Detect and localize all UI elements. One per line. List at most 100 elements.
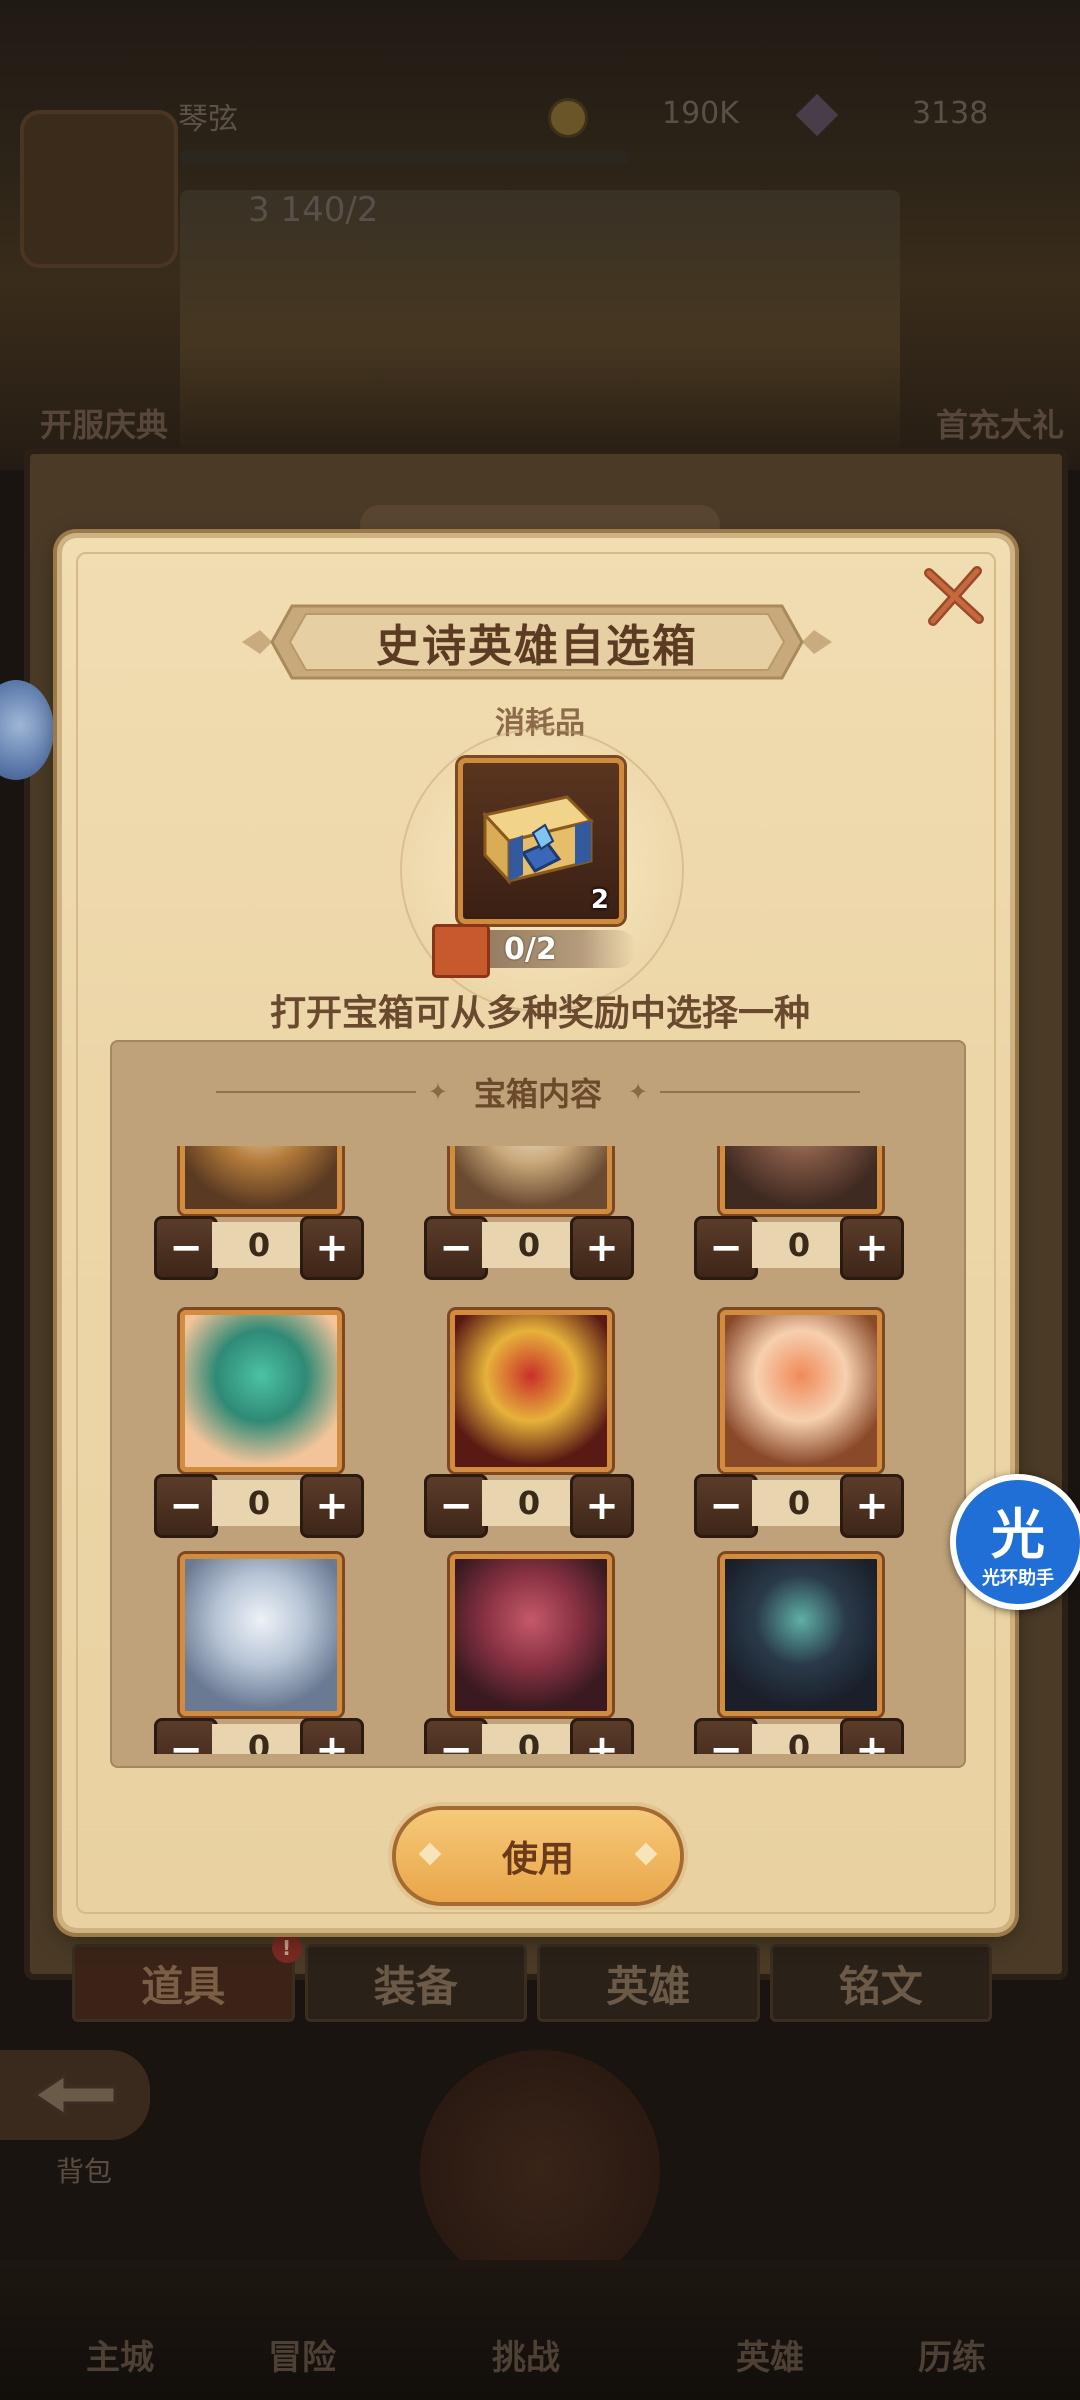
item-count: 2 xyxy=(590,885,609,915)
quantity-value: 0 xyxy=(482,1480,576,1526)
coin-icon xyxy=(548,98,588,138)
gem-value: 3138 xyxy=(912,96,989,131)
progress-text: 0/2 xyxy=(504,932,557,967)
decrement-button[interactable]: − xyxy=(154,1718,218,1754)
decrement-button[interactable]: − xyxy=(694,1474,758,1538)
assistant-floating-button[interactable]: 光 光环助手 xyxy=(950,1474,1080,1610)
hero-option-hero-paladin: −0 + xyxy=(130,1146,390,1292)
quantity-value: 0 xyxy=(482,1724,576,1754)
sparkle-icon: ✦ xyxy=(628,1078,649,1106)
back-label: 背包 xyxy=(56,2155,113,2188)
decrement-button[interactable]: − xyxy=(424,1216,488,1280)
quantity-stepper: −0 + xyxy=(424,1216,634,1280)
bag-tabs: 道具 ! 装备 英雄 铭文 xyxy=(72,1933,992,2022)
divider xyxy=(660,1091,861,1093)
assistant-label: 光环助手 xyxy=(982,1568,1054,1589)
quantity-value: 0 xyxy=(212,1724,306,1754)
increment-button[interactable]: + xyxy=(300,1718,364,1754)
hero-portrait[interactable] xyxy=(720,1554,882,1716)
use-button[interactable]: 使用 xyxy=(396,1810,680,1902)
increment-button[interactable]: + xyxy=(840,1718,904,1754)
hero-portrait[interactable] xyxy=(180,1310,342,1472)
bottom-nav: 主城 冒险 挑战 英雄 历练 xyxy=(0,2260,1080,2400)
hero-portrait[interactable] xyxy=(180,1146,342,1214)
chest-item-slot: 2 xyxy=(458,758,624,924)
increment-button[interactable]: + xyxy=(570,1718,634,1754)
hero-option-hero-warrior: −0 + xyxy=(400,1310,660,1550)
notification-badge: ! xyxy=(271,1933,302,1963)
hero-portrait[interactable] xyxy=(450,1310,612,1472)
tab-label: 道具 xyxy=(141,1961,226,2011)
hero-option-hero-demon-brute: −0 + xyxy=(400,1554,660,1754)
increment-button[interactable]: + xyxy=(840,1474,904,1538)
increment-button[interactable]: + xyxy=(300,1474,364,1538)
quantity-value: 0 xyxy=(752,1724,846,1754)
contents-header: ✦ 宝箱内容 ✦ xyxy=(110,1072,966,1113)
increment-button[interactable]: + xyxy=(570,1216,634,1280)
hero-option-hero-elf-mage: −0 + xyxy=(130,1554,390,1754)
contents-title: 宝箱内容 xyxy=(473,1075,602,1113)
hero-portrait[interactable] xyxy=(450,1554,612,1716)
back-arrow-icon xyxy=(32,2072,117,2118)
hero-selection-grid[interactable]: −0 + −0 + −0 + −0 + −0 + −0 + −0 + −0 + −0 + xyxy=(130,1146,946,1754)
divider xyxy=(215,1091,416,1093)
quantity-value: 0 xyxy=(752,1222,846,1268)
modal-title: 史诗英雄自选箱 xyxy=(376,621,698,672)
sparkle-icon: ✦ xyxy=(427,1078,448,1106)
assistant-logo-icon: 光 xyxy=(991,1503,1045,1566)
hero-option-hero-sage: −0 + xyxy=(400,1146,660,1292)
tab-label: 装备 xyxy=(373,1961,458,2011)
treasure-chest-icon xyxy=(482,795,594,885)
chest-description: 打开宝箱可从多种奖励中选择一种 xyxy=(269,993,810,1034)
player-name: 琴弦 xyxy=(178,102,238,137)
close-button[interactable] xyxy=(914,556,994,636)
hero-option-hero-dryad: −0 + xyxy=(130,1310,390,1550)
level-text: 3 140/2 xyxy=(248,190,379,230)
back-button[interactable] xyxy=(0,2050,150,2140)
event-label-left[interactable]: 开服庆典 xyxy=(40,400,168,446)
quantity-value: 0 xyxy=(212,1222,306,1268)
event-label-right[interactable]: 首充大礼 xyxy=(936,400,1064,446)
hero-portrait[interactable] xyxy=(180,1554,342,1716)
increment-button[interactable]: + xyxy=(300,1216,364,1280)
hero-option-hero-huntress: −0 + xyxy=(670,1146,930,1292)
tab-heroes[interactable]: 英雄 xyxy=(537,1944,760,2022)
quantity-stepper: −0 + xyxy=(154,1718,364,1754)
tab-equipment[interactable]: 装备 xyxy=(304,1944,527,2022)
decrement-button[interactable]: − xyxy=(154,1216,218,1280)
hero-option-hero-dancer: −0 + xyxy=(670,1310,930,1550)
quantity-stepper: −0 + xyxy=(154,1216,364,1280)
decrement-button[interactable]: − xyxy=(694,1718,758,1754)
quantity-value: 0 xyxy=(752,1480,846,1526)
decrement-button[interactable]: − xyxy=(424,1718,488,1754)
nav-training[interactable]: 历练 xyxy=(918,2330,986,2379)
decrement-button[interactable]: − xyxy=(424,1474,488,1538)
tab-inscriptions[interactable]: 铭文 xyxy=(769,1944,992,2022)
chest-mini-icon xyxy=(432,924,490,978)
hero-portrait[interactable] xyxy=(720,1310,882,1472)
challenge-emblem[interactable] xyxy=(420,2050,660,2290)
quantity-stepper: −0 + xyxy=(424,1474,634,1538)
decrement-button[interactable]: − xyxy=(154,1474,218,1538)
nav-challenge[interactable]: 挑战 xyxy=(492,2330,560,2379)
increment-button[interactable]: + xyxy=(840,1216,904,1280)
quantity-stepper: −0 + xyxy=(694,1474,904,1538)
nav-main-city[interactable]: 主城 xyxy=(86,2330,154,2379)
tab-label: 英雄 xyxy=(606,1961,691,2011)
player-avatar[interactable] xyxy=(20,110,178,268)
quantity-stepper: −0 + xyxy=(424,1718,634,1754)
nav-adventure[interactable]: 冒险 xyxy=(268,2330,336,2379)
increment-button[interactable]: + xyxy=(570,1474,634,1538)
xp-bar xyxy=(180,150,630,164)
tab-items[interactable]: 道具 ! xyxy=(72,1933,302,2022)
decrement-button[interactable]: − xyxy=(694,1216,758,1280)
quantity-stepper: −0 + xyxy=(694,1718,904,1754)
hero-portrait[interactable] xyxy=(720,1146,882,1214)
hero-portrait[interactable] xyxy=(450,1146,612,1214)
nav-heroes[interactable]: 英雄 xyxy=(736,2330,804,2379)
quantity-stepper: −0 + xyxy=(694,1216,904,1280)
close-icon xyxy=(924,566,984,626)
coin-value: 190K xyxy=(662,96,739,131)
quantity-value: 0 xyxy=(212,1480,306,1526)
quantity-value: 0 xyxy=(482,1222,576,1268)
